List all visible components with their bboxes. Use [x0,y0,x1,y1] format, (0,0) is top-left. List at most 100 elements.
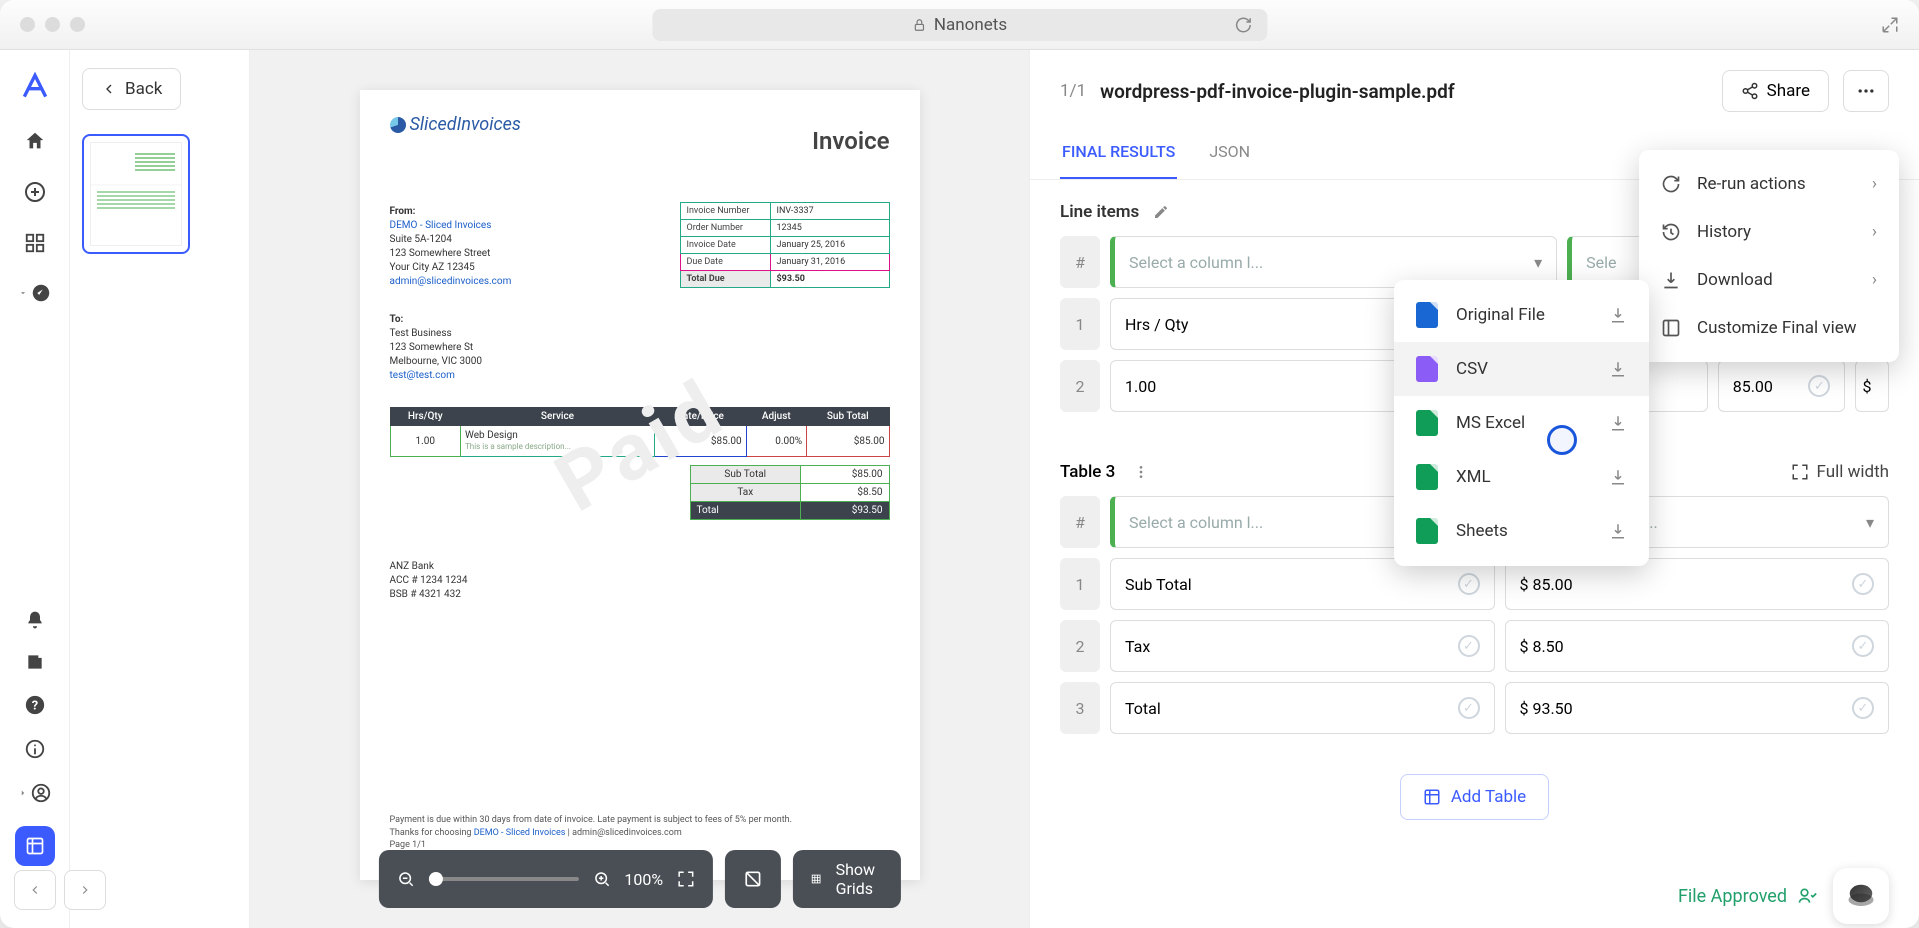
row-num: # [1060,496,1100,548]
invoice-document[interactable]: SlicedInvoices Invoice Invoice NumberINV… [360,90,920,880]
dl-sheets[interactable]: Sheets [1394,504,1649,558]
download-icon [1609,468,1627,486]
help-icon[interactable]: ? [24,694,46,716]
menu-customize[interactable]: Customize Final view [1639,304,1899,352]
window-controls[interactable] [20,17,85,32]
full-width-toggle[interactable]: Full width [1791,462,1890,482]
download-icon [1609,360,1627,378]
cell[interactable]: 85.00✓ [1718,360,1846,412]
cell[interactable]: Tax✓ [1110,620,1495,672]
zoom-out-icon[interactable] [396,870,414,888]
docs-icon[interactable] [25,652,45,672]
download-icon [1609,414,1627,432]
apps-icon[interactable] [24,232,46,254]
fullscreen-icon[interactable] [677,870,695,888]
expand-icon [1791,463,1809,481]
grid-icon [811,870,821,888]
row-num: 3 [1060,682,1100,734]
min-dot[interactable] [45,17,60,32]
file-approved-badge[interactable]: File Approved [1678,886,1817,907]
app-logo[interactable] [19,70,51,102]
row-num: 1 [1060,298,1100,350]
back-button[interactable]: Back [82,68,181,110]
back-label: Back [125,79,162,99]
svg-text:?: ? [31,699,37,714]
thumbnail-column: Back [70,50,250,928]
file-name: wordpress-pdf-invoice-plugin-sample.pdf [1100,80,1454,103]
line-items-table: Hrs/QtyServiceRate/PriceAdjustSub Total … [390,407,890,457]
menu-rerun[interactable]: Re-run actions › [1639,160,1899,208]
cell[interactable]: $ [1855,360,1889,412]
table-icon [1423,788,1441,806]
more-button[interactable] [1843,70,1889,112]
refresh-icon [1661,174,1681,194]
rotate-icon [743,869,763,889]
more-menu: Re-run actions › History › Download › Cu… [1639,150,1899,362]
dl-original[interactable]: Original File [1394,288,1649,342]
page-thumbnail[interactable] [82,134,190,254]
page-indicator: 1/1 [1060,81,1086,101]
tab-final-results[interactable]: FINAL RESULTS [1060,132,1177,179]
show-grids-button[interactable]: Show Grids [793,850,900,908]
dl-xml[interactable]: XML [1394,450,1649,504]
menu-download[interactable]: Download › [1639,256,1899,304]
zoom-control[interactable]: 100% [378,850,713,908]
cursor-indicator [1547,425,1577,455]
line-items-label: Line items [1060,202,1139,222]
zoom-value: 100% [624,870,663,889]
add-icon[interactable] [23,180,47,204]
cell[interactable]: $ 93.50✓ [1505,682,1890,734]
doc-footer: Payment is due within 30 days from date … [390,814,890,852]
share-label: Share [1767,81,1810,101]
zoom-slider[interactable] [428,877,578,881]
thumb-prev[interactable] [14,870,56,910]
close-dot[interactable] [20,17,35,32]
download-icon [1609,522,1627,540]
menu-history[interactable]: History › [1639,208,1899,256]
bank-block: ANZ Bank ACC # 1234 1234 BSB # 4321 432 [390,560,890,602]
share-button[interactable]: Share [1722,70,1829,112]
tab-json[interactable]: JSON [1207,132,1252,179]
summary-table: Sub Total$85.00 Tax$8.50 Total$93.50 [690,465,890,520]
titlebar: Nanonets [0,0,1919,50]
address-bar[interactable]: Nanonets [652,9,1267,41]
cell[interactable]: Total✓ [1110,682,1495,734]
home-icon[interactable] [24,130,46,152]
dl-csv[interactable]: CSV [1394,342,1649,396]
share-icon [1741,82,1759,100]
xml-icon [1416,464,1438,490]
results-panel: 1/1 wordpress-pdf-invoice-plugin-sample.… [1029,50,1919,928]
chat-icon [1846,881,1876,911]
expand-window-icon[interactable] [1881,16,1899,34]
info-icon[interactable] [24,738,46,760]
download-icon [1609,306,1627,324]
table3-label: Table 3 [1060,462,1115,482]
max-dot[interactable] [70,17,85,32]
table3-menu[interactable] [1133,464,1149,480]
thumb-next[interactable] [64,870,106,910]
rotate-button[interactable] [725,850,781,908]
to-block: To: Test Business 123 Somewhere St Melbo… [390,313,890,383]
lock-icon [912,18,926,32]
csv-icon [1416,356,1438,382]
history-icon [1661,222,1681,242]
explore-icon[interactable] [18,282,52,304]
document-viewer: SlicedInvoices Invoice Invoice NumberINV… [250,50,1029,928]
reload-icon[interactable] [1234,16,1252,34]
row-num: 2 [1060,360,1100,412]
site-name: Nanonets [934,15,1007,35]
bell-icon[interactable] [25,610,45,630]
download-menu: Original File CSV MS Excel XML Sheets [1394,280,1649,566]
chat-widget[interactable] [1833,868,1889,924]
dl-excel[interactable]: MS Excel [1394,396,1649,450]
cell[interactable]: $ 8.50✓ [1505,620,1890,672]
account-icon[interactable] [18,782,52,804]
excel-icon [1416,410,1438,436]
zoom-in-icon[interactable] [592,870,610,888]
edit-icon[interactable] [1153,204,1169,220]
row-num: # [1060,236,1100,288]
row-num: 1 [1060,558,1100,610]
sheets-icon [1416,518,1438,544]
extract-icon[interactable] [15,826,55,866]
add-table-button[interactable]: Add Table [1400,774,1549,820]
